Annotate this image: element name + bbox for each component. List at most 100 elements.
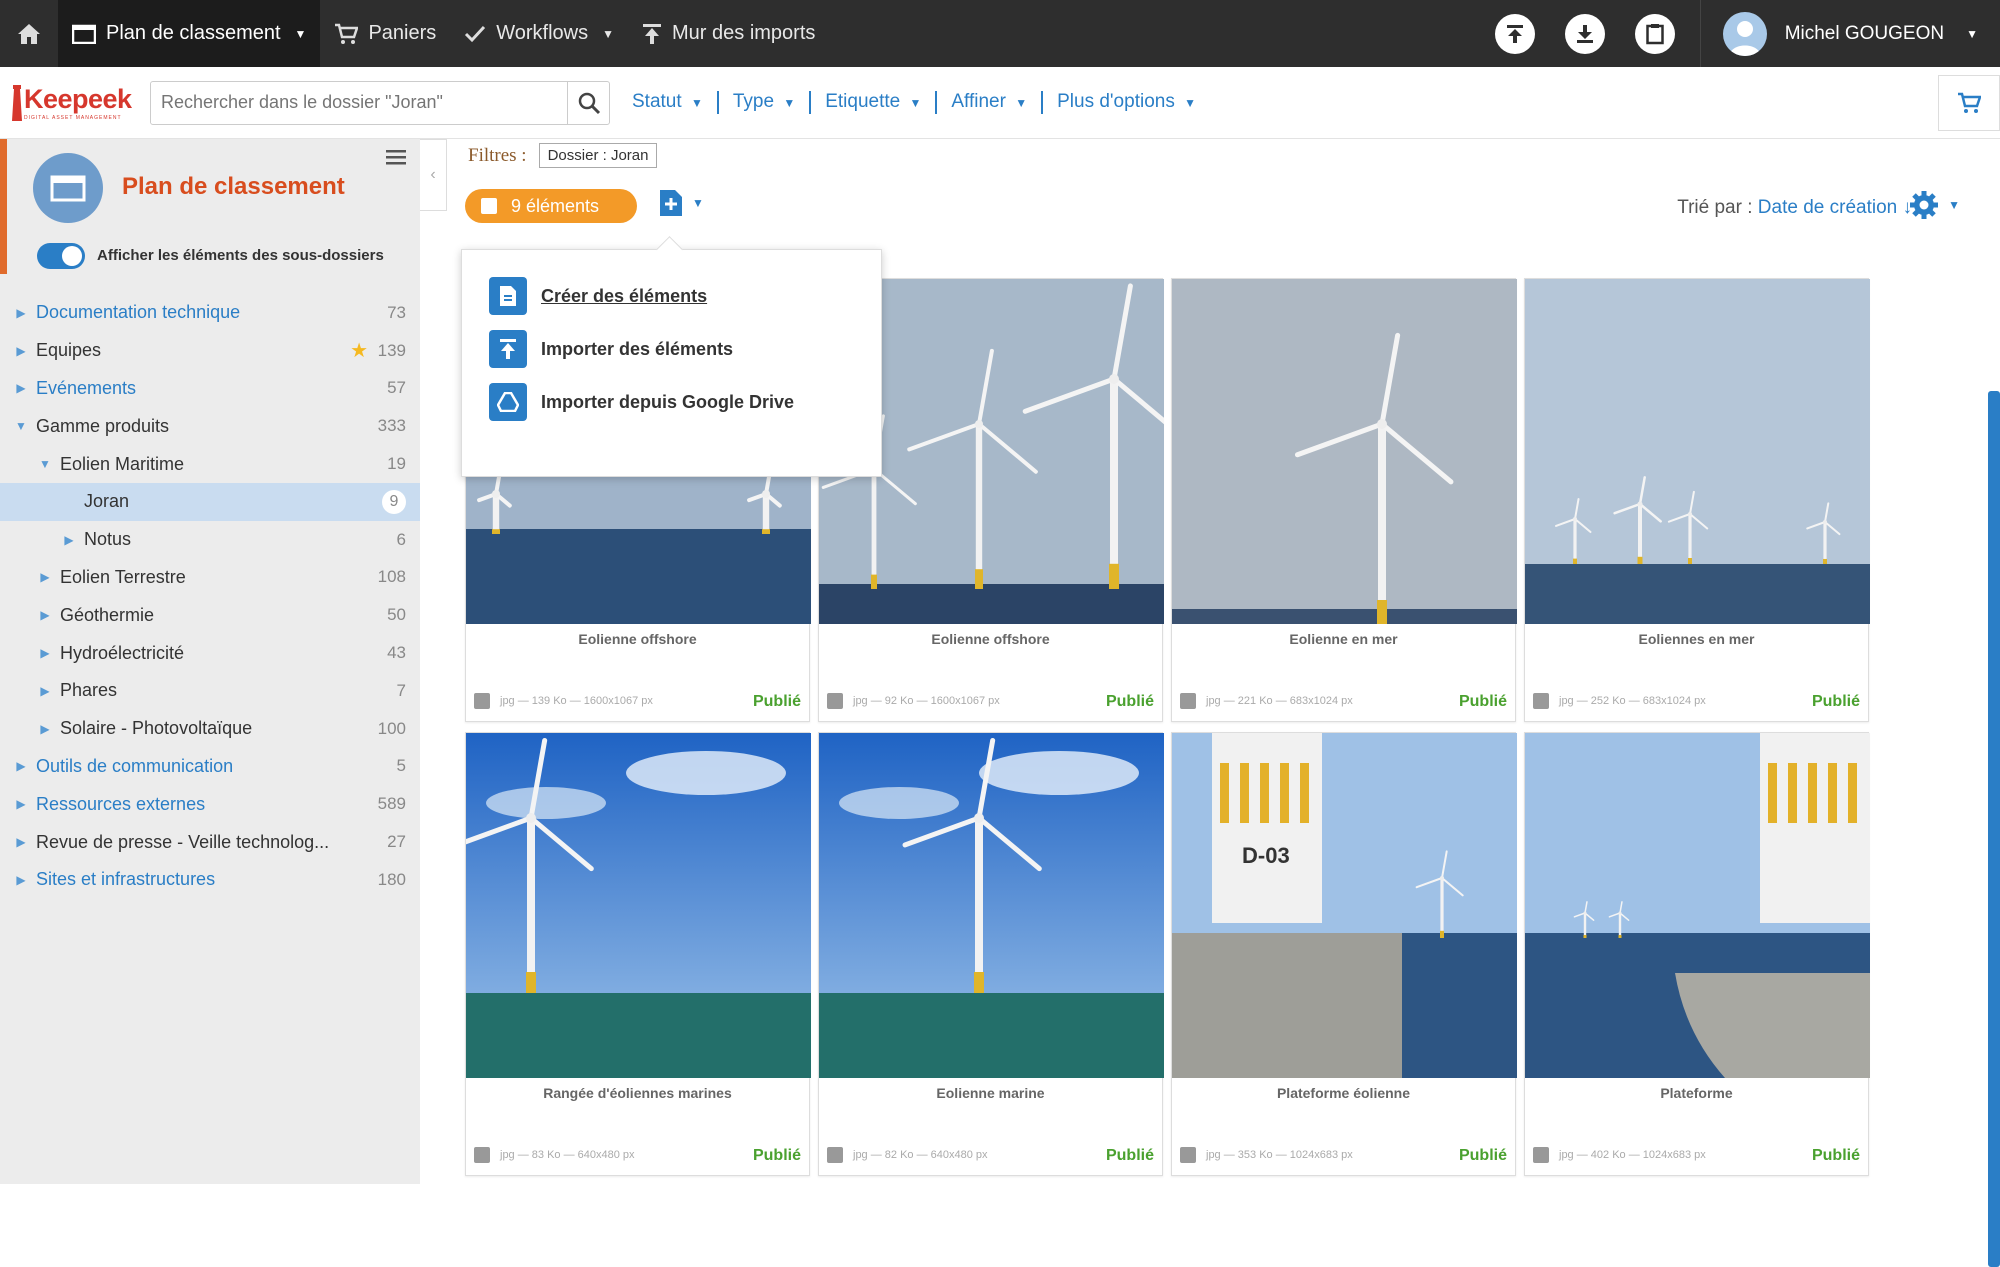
select-all-button[interactable]: 9 éléments: [465, 189, 637, 223]
subfolder-toggle[interactable]: [37, 243, 85, 269]
google-drive-icon: [489, 383, 527, 421]
sidebar-item[interactable]: ▶ Ressources externes 589: [0, 785, 420, 823]
sort-value[interactable]: Date de création ↓: [1758, 197, 1912, 218]
chevron-right-icon[interactable]: ▶: [14, 797, 28, 811]
home-icon[interactable]: [0, 0, 58, 67]
chevron-right-icon[interactable]: ▶: [14, 835, 28, 849]
menu-item-label: Importer depuis Google Drive: [541, 391, 795, 412]
caret-down-icon: ▼: [783, 96, 796, 110]
asset-card[interactable]: Eolienne en mer jpg — 221 Ko — 683x1024 p…: [1171, 278, 1517, 722]
filter-chip[interactable]: Dossier : Joran: [538, 143, 658, 168]
chevron-right-icon[interactable]: ▶: [38, 608, 52, 622]
nav-workflows[interactable]: Workflows ▼: [450, 0, 628, 67]
sidebar-item[interactable]: ▶ Solaire - Photovoltaïque 100: [0, 710, 420, 748]
chevron-right-icon[interactable]: ▶: [62, 533, 76, 547]
sidebar-item[interactable]: ▶ Phares 7: [0, 672, 420, 710]
sidebar-item[interactable]: ▶ Eolien Terrestre 108: [0, 559, 420, 597]
filter-type[interactable]: Type ▼: [719, 91, 812, 114]
sidebar-item[interactable]: ▶ Outils de communication 5: [0, 748, 420, 786]
menu-item-creer[interactable]: Créer des éléments: [489, 277, 707, 315]
sidebar-item[interactable]: ▶ Notus 6: [0, 521, 420, 559]
chevron-right-icon[interactable]: ▶: [38, 722, 52, 736]
chevron-right-icon[interactable]: ▶: [14, 873, 28, 887]
cart-button[interactable]: [1938, 75, 2000, 131]
asset-card[interactable]: Plateforme jpg — 402 Ko — 1024x683 px Publ…: [1524, 732, 1870, 1176]
search-icon[interactable]: [567, 81, 609, 124]
sidebar: Plan de classement Afficher les éléments…: [0, 139, 420, 1184]
chevron-right-icon[interactable]: ▶: [14, 306, 28, 320]
filter-statut[interactable]: Statut ▼: [618, 91, 719, 114]
sidebar-item[interactable]: ▶ Evénements 57: [0, 370, 420, 408]
download-icon[interactable]: [1564, 13, 1605, 54]
caret-down-icon: ▼: [692, 196, 704, 210]
add-elements-button[interactable]: ▼: [658, 188, 704, 218]
logo-tagline: DIGITAL ASSET MANAGEMENT: [24, 115, 122, 121]
chevron-right-icon[interactable]: ▶: [14, 344, 28, 358]
sidebar-item[interactable]: Joran 9: [0, 482, 420, 521]
count-badge: 9: [382, 489, 406, 514]
collapse-sidebar-button[interactable]: ‹: [420, 139, 447, 211]
asset-meta: jpg — 92 Ko — 1600x1067 px: [827, 693, 1000, 709]
filter-etiquette[interactable]: Etiquette ▼: [811, 91, 938, 114]
chevron-right-icon[interactable]: ▶: [38, 646, 52, 660]
sidebar-item[interactable]: ▶ Documentation technique 73: [0, 294, 420, 332]
asset-meta-text: jpg — 83 Ko — 640x480 px: [500, 1149, 635, 1161]
chevron-right-icon[interactable]: ▶: [38, 570, 52, 584]
nav-label: Plan de classement: [106, 22, 281, 44]
nav-mur-des-imports[interactable]: Mur des imports: [628, 0, 829, 67]
sidebar-item-count: 57: [387, 378, 406, 398]
nav-plan-de-classement[interactable]: Plan de classement ▼: [58, 0, 321, 67]
sidebar-item[interactable]: ▶ Equipes ★ 139: [0, 332, 420, 370]
logo[interactable]: Keepeek DIGITAL ASSET MANAGEMENT: [0, 67, 140, 139]
user-menu[interactable]: Michel GOUGEON ▼: [1701, 11, 2000, 56]
search-bar: Keepeek DIGITAL ASSET MANAGEMENT Statut …: [0, 67, 2000, 139]
asset-meta: jpg — 82 Ko — 640x480 px: [827, 1147, 988, 1163]
asset-card[interactable]: Rangée d'éoliennes marines jpg — 83 Ko — …: [465, 732, 811, 1176]
settings-button[interactable]: ▼: [1908, 189, 1960, 221]
filter-label: Statut: [632, 91, 682, 112]
menu-item-google-drive[interactable]: Importer depuis Google Drive: [489, 383, 794, 421]
chevron-down-icon[interactable]: ▼: [38, 457, 52, 471]
checkbox[interactable]: [481, 198, 497, 214]
chevron-right-icon[interactable]: ▶: [38, 684, 52, 698]
user-name: Michel GOUGEON: [1784, 22, 1945, 44]
status-badge: Publié: [1811, 1147, 1860, 1164]
search-input[interactable]: [151, 82, 567, 123]
asset-card[interactable]: Eoliennes en mer jpg — 252 Ko — 683x1024 …: [1524, 278, 1870, 722]
filter-plus-options[interactable]: Plus d'options ▼: [1043, 91, 1210, 114]
chevron-right-icon[interactable]: ▶: [14, 759, 28, 773]
asset-card[interactable]: D-03 Plateforme éolienne jpg — 353 Ko — 10…: [1171, 732, 1517, 1176]
clipboard-icon[interactable]: [1634, 13, 1675, 54]
thumbnail[interactable]: [1525, 279, 1870, 624]
sort-control[interactable]: Trié par : Date de création ↓: [1677, 197, 1912, 219]
menu-icon[interactable]: [386, 149, 406, 170]
status-badge: Publié: [1811, 693, 1860, 710]
chevron-right-icon[interactable]: ▶: [14, 381, 28, 395]
nav-paniers[interactable]: Paniers: [320, 0, 450, 67]
item-count: 9 éléments: [511, 195, 600, 216]
scrollbar[interactable]: [1988, 391, 2000, 1267]
sidebar-item[interactable]: ▼ Gamme produits 333: [0, 407, 420, 445]
thumbnail[interactable]: [1172, 279, 1517, 624]
thumbnail[interactable]: D-03: [1172, 733, 1517, 1078]
upload-icon[interactable]: [1494, 13, 1535, 54]
filter-affiner[interactable]: Affiner ▼: [937, 91, 1044, 114]
status-badge: Publié: [1105, 1147, 1154, 1164]
thumbnail[interactable]: [466, 733, 811, 1078]
asset-meta: jpg — 221 Ko — 683x1024 px: [1180, 693, 1353, 709]
filter-menu: Statut ▼ Type ▼ Etiquette ▼ Affiner ▼ Pl…: [618, 91, 1210, 114]
sidebar-item[interactable]: ▼ Eolien Maritime 19: [0, 445, 420, 483]
chevron-down-icon[interactable]: ▼: [14, 419, 28, 433]
thumbnail[interactable]: [1525, 733, 1870, 1078]
sidebar-item[interactable]: ▶ Revue de presse - Veille technolog... 27: [0, 823, 420, 861]
asset-card[interactable]: Eolienne marine jpg — 82 Ko — 640x480 px P…: [818, 732, 1164, 1176]
chevron-left-icon: ‹: [430, 166, 436, 183]
thumbnail[interactable]: [819, 733, 1164, 1078]
sidebar-item[interactable]: ▶ Sites et infrastructures 180: [0, 861, 420, 899]
sidebar-item[interactable]: ▶ Géothermie 50: [0, 596, 420, 634]
sidebar-item[interactable]: ▶ Hydroélectricité 43: [0, 634, 420, 672]
image-icon: [474, 1147, 490, 1163]
menu-item-label: Importer des éléments: [541, 338, 734, 359]
menu-item-importer[interactable]: Importer des éléments: [489, 330, 733, 368]
asset-meta: jpg — 402 Ko — 1024x683 px: [1533, 1147, 1706, 1163]
